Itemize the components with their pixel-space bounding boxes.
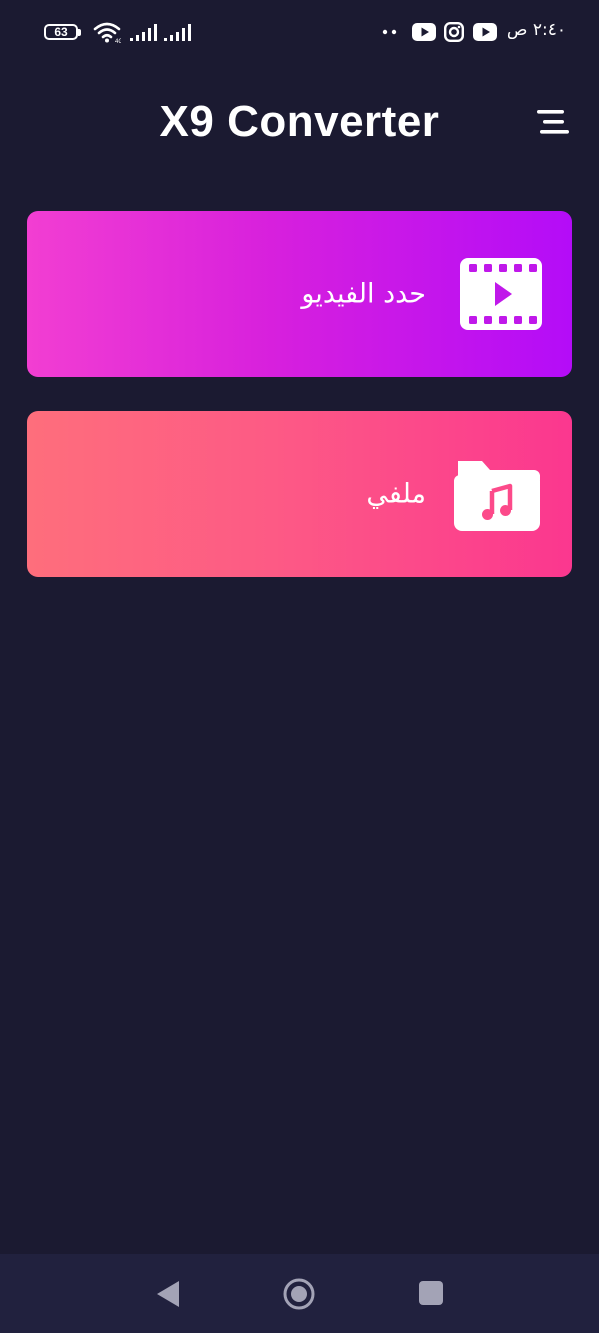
signal-icon [130, 24, 157, 41]
music-folder-icon [454, 461, 540, 531]
battery-level: 63 [54, 25, 68, 39]
navigation-bar [0, 1254, 599, 1333]
signal-icon [164, 24, 191, 41]
more-notifications-icon [382, 29, 397, 35]
select-video-label: حدد الفيديو [301, 278, 426, 310]
my-files-label: ملفي [366, 478, 426, 510]
wifi-icon: 4G [93, 22, 121, 43]
youtube-icon [473, 23, 497, 41]
select-video-card[interactable]: حدد الفيديو [27, 211, 572, 377]
status-bar: 63 4G ٢:٤٠ ص [0, 0, 599, 66]
battery-icon: 63 [44, 24, 81, 40]
menu-icon[interactable] [530, 104, 570, 140]
my-files-card[interactable]: ملفي [27, 411, 572, 577]
svg-text:4G: 4G [115, 39, 121, 43]
instagram-icon [444, 22, 464, 42]
home-icon[interactable] [282, 1277, 316, 1311]
app-title: X9 Converter [159, 97, 440, 146]
youtube-icon [412, 23, 436, 41]
back-icon[interactable] [155, 1279, 181, 1309]
recents-icon[interactable] [419, 1281, 443, 1305]
clock: ٢:٤٠ ص [506, 20, 566, 40]
video-film-icon [460, 258, 542, 330]
